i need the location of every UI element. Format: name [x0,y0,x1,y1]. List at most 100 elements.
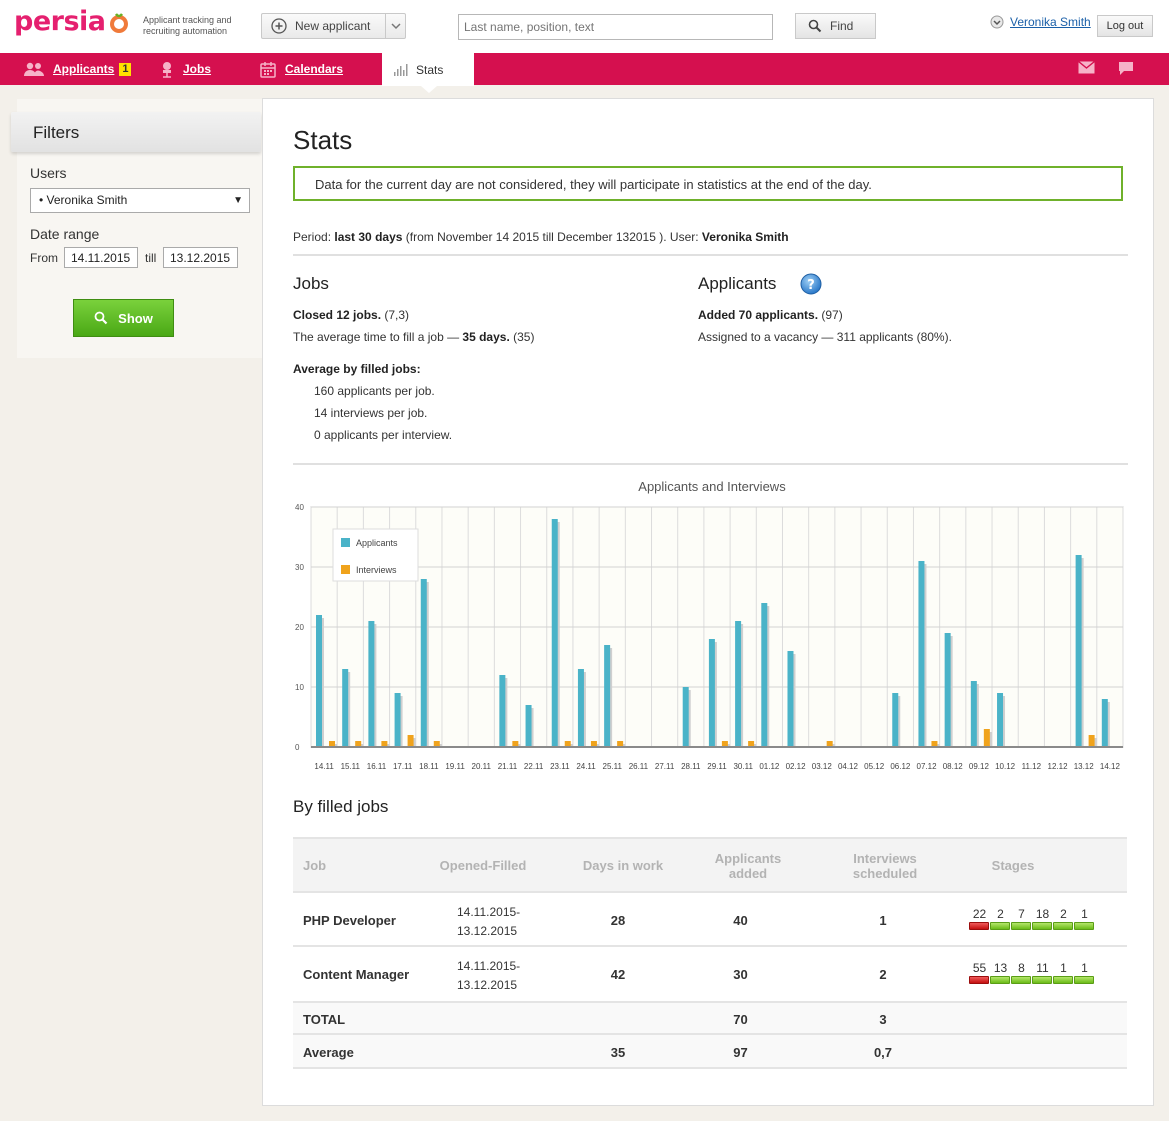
avg-filled-text: Average by filled jobs: [293,362,421,376]
chevron-down-circle-icon[interactable] [990,15,1004,29]
legend-swatch [341,538,350,547]
period-label: Period: [293,230,332,244]
jobs-closed-label: Closed 12 jobs. [293,308,382,322]
calendar-icon [260,61,276,78]
search-input[interactable] [458,14,773,40]
stage-bar [1053,976,1073,984]
table-header: Job Opened-Filled Days in work Applicant… [293,837,1127,893]
job-name[interactable]: Content Manager [303,967,409,982]
table-row[interactable]: PHP Developer 14.11.2015- 13.12.2015 28 … [293,893,1127,947]
stats-content: Stats Data for the current day are not c… [262,98,1154,1106]
stage-bar [1074,922,1094,930]
stage-count: 7 [1018,907,1025,921]
logo-text: persia [14,6,106,37]
x-tick-label: 18.11 [419,762,439,771]
bar-interviews: Interviews: 3 [983,729,990,747]
applicants-added: 30 [733,967,748,982]
new-applicant-dropdown[interactable] [385,14,405,38]
bar-applicants: Applicants: 13 [577,669,584,747]
applicants-interviews-chart: 010203040Applicants: 22Interviews: 114.1… [295,503,1124,771]
active-tab-pointer [421,86,437,93]
avg-filled-label: Average by filled jobs: [293,362,421,376]
logo-tagline: Applicant tracking and recruiting automa… [143,15,253,37]
y-tick-label: 20 [295,623,304,632]
stage-bar [1074,976,1094,984]
x-tick-label: 20.11 [472,762,492,771]
help-icon[interactable]: ? [800,273,822,295]
legend-label: Interviews [356,565,397,575]
main-nav: Applicants 1 Jobs Calendars [0,53,1169,85]
bar-applicants: Applicants: 38 [551,519,558,747]
stage-bar [990,976,1010,984]
x-tick-label: 30.11 [733,762,753,771]
x-tick-label: 12.12 [1048,762,1069,771]
till-date-input[interactable]: 13.12.2015 [163,247,238,268]
nav-calendars[interactable]: Calendars [260,53,343,85]
applicants-added-prev: (97) [821,308,843,322]
chair-icon [163,61,171,78]
from-label: From [30,251,58,265]
logout-button[interactable]: Log out [1097,15,1153,37]
date-to: 13.12.2015 [457,978,518,992]
period-line: Period: last 30 days (from November 14 2… [293,230,789,244]
nav-jobs[interactable]: Jobs [160,53,211,85]
applicants-assigned: Assigned to a vacancy — 311 applicants (… [698,330,952,344]
stage-count: 8 [1018,961,1025,975]
logo-mark-icon [109,12,128,33]
average-row: Average 35 97 0,7 [293,1035,1127,1069]
stage-bar [1032,922,1052,930]
search-icon [808,19,822,33]
bar-applicants: Applicants: 32 [1075,555,1082,747]
mail-icon[interactable] [1078,61,1095,74]
table-row[interactable]: Content Manager 14.11.2015- 13.12.2015 4… [293,947,1127,1003]
x-tick-label: 21.11 [498,762,518,771]
svg-text:?: ? [807,278,815,293]
nav-calendars-label: Calendars [285,62,344,76]
plus-circle-icon [271,18,287,34]
x-tick-label: 01.12 [759,762,780,771]
avg-line: 0 applicants per interview. [314,428,453,442]
legend-label: Applicants [356,538,398,548]
x-tick-label: 06.12 [890,762,911,771]
users-label: Users [30,165,67,181]
find-button[interactable]: Find [795,13,876,39]
tagline-line: recruiting automation [143,26,228,36]
stage-bar [1011,922,1031,930]
stage-bar [969,976,989,984]
find-label: Find [830,19,854,33]
x-tick-label: 05.12 [864,762,885,771]
user-name-link[interactable]: Veronika Smith [1010,15,1091,29]
y-tick-label: 30 [295,563,304,572]
bar-applicants: Applicants: 24 [761,603,768,747]
applicants-added: 40 [733,913,748,928]
date-from: 14.11.2015- [457,959,521,973]
jobs-avg-time: The average time to fill a job — 35 days… [293,330,534,344]
total-interviews: 3 [879,1012,887,1027]
x-tick-label: 17.11 [393,762,413,771]
nav-applicants-label: Applicants [53,62,115,76]
stage-bars [969,976,1095,984]
x-tick-label: 24.11 [576,762,596,771]
nav-applicants[interactable]: Applicants 1 [24,53,132,85]
new-applicant-button[interactable]: New applicant [261,13,406,39]
select-arrow-icon: ▼ [233,195,243,206]
bar-applicants: Applicants: 16 [787,651,794,747]
x-tick-label: 23.11 [550,762,570,771]
bar-applicants: Applicants: 22 [316,615,322,747]
nav-stats[interactable]: Stats [382,53,474,86]
from-date-input[interactable]: 14.11.2015 [64,247,138,268]
job-name[interactable]: PHP Developer [303,913,396,928]
logo[interactable]: persia [14,6,131,37]
jobs-closed: Closed 12 jobs. (7,3) [293,308,409,322]
bar-applicants: Applicants: 7 [525,705,532,747]
new-applicant-label: New applicant [295,19,371,33]
user-menu[interactable]: Veronika Smith [990,15,1091,29]
show-button[interactable]: Show [73,299,174,337]
bar-applicants: Applicants: 12 [499,675,506,747]
users-select[interactable]: • Veronika Smith ▼ [30,188,250,213]
chat-icon[interactable] [1118,61,1134,76]
x-tick-label: 15.11 [341,762,361,771]
chart-title: Applicants and Interviews [638,479,786,494]
bar-interviews: Interviews: 2 [1088,735,1095,747]
stage-count: 1 [1060,961,1067,975]
